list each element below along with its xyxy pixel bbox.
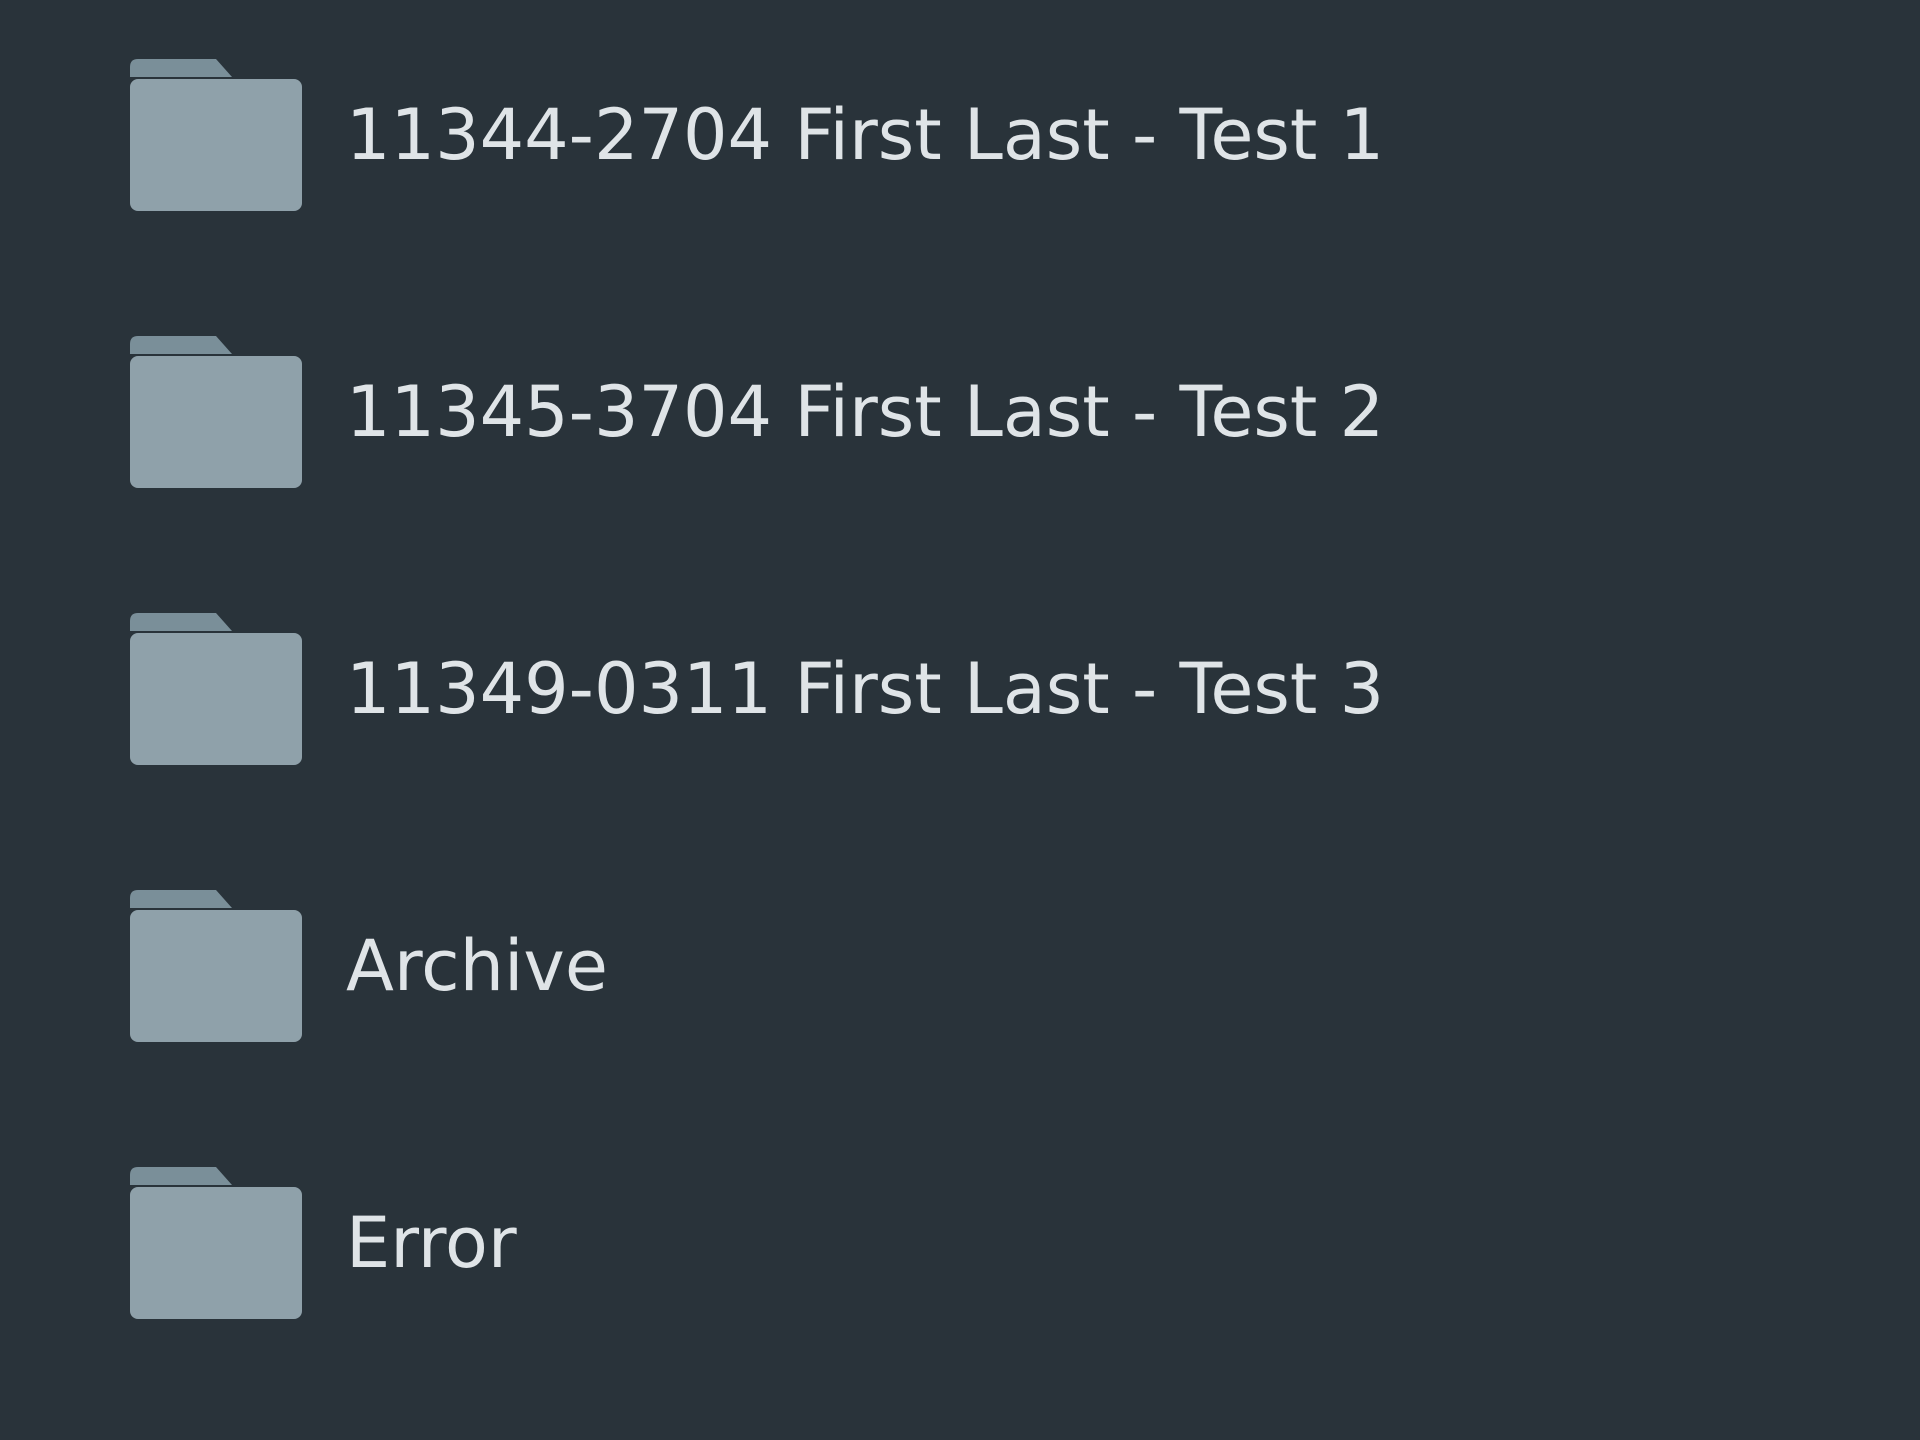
folder-item[interactable]: Archive [130,871,1530,1061]
folder-icon [130,613,302,765]
folder-label: Error [346,1202,517,1284]
folder-item[interactable]: 11345-3704 First Last - Test 2 [130,317,1530,507]
folder-icon [130,59,302,211]
folder-label: 11349-0311 First Last - Test 3 [346,648,1385,730]
folder-label: Archive [346,925,608,1007]
folder-label: 11344-2704 First Last - Test 1 [346,94,1385,176]
folder-label: 11345-3704 First Last - Test 2 [346,371,1385,453]
folder-item[interactable]: 11344-2704 First Last - Test 1 [130,40,1530,230]
folder-icon [130,890,302,1042]
folder-icon [130,1167,302,1319]
folder-item[interactable]: 11349-0311 First Last - Test 3 [130,594,1530,784]
folder-list: 11344-2704 First Last - Test 1 11345-370… [0,0,1920,1440]
folder-item[interactable]: Error [130,1148,1530,1338]
folder-icon [130,336,302,488]
